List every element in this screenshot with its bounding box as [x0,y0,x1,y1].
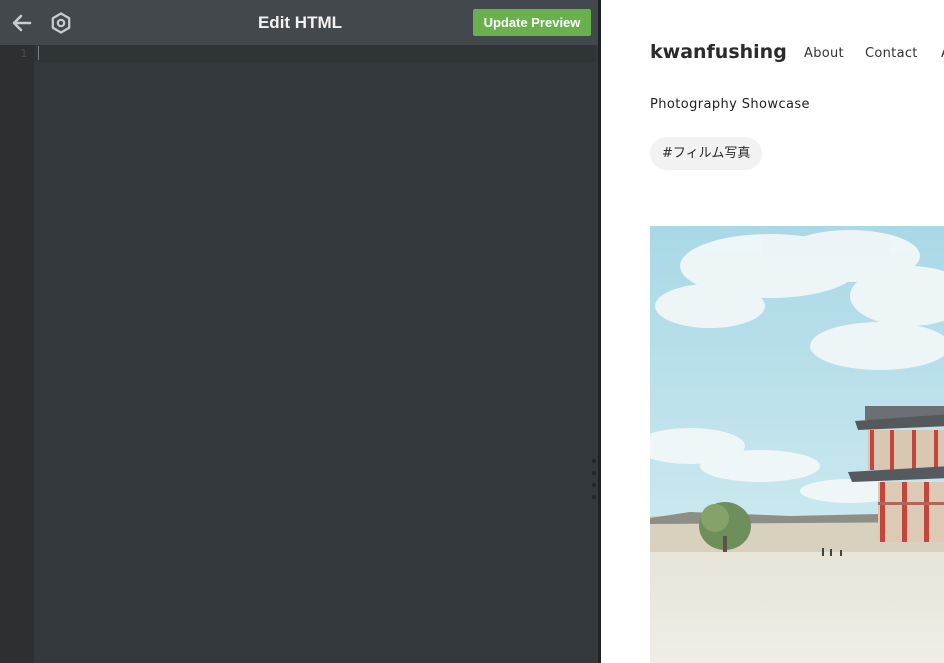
gear-icon [51,12,71,34]
site-brand[interactable]: kwanfushing [650,41,787,63]
back-button[interactable] [9,10,35,36]
code-editor-input[interactable] [34,45,596,663]
temple-photo [650,226,944,663]
nav-link-about[interactable]: About [804,46,844,61]
text-cursor [38,46,39,60]
editor-toolbar: Edit HTML Update Preview [0,0,600,45]
update-preview-button[interactable]: Update Preview [473,9,591,36]
active-line-highlight [34,45,596,62]
preview-pane: kwanfushing About Contact A Photography … [601,0,944,663]
app-window: Edit HTML Update Preview 1 kwanfushing A… [0,0,944,663]
editor-title: Edit HTML [257,13,343,32]
settings-button[interactable] [48,10,74,36]
html-editor-pane: Edit HTML Update Preview 1 [0,0,600,663]
line-number-gutter: 1 [0,45,34,663]
nav-link-contact[interactable]: Contact [865,46,918,61]
arrow-left-icon [12,14,32,32]
line-number: 1 [20,47,27,60]
site-subtitle: Photography Showcase [650,97,810,112]
tag-chip[interactable]: #フィルム写真 [650,137,763,170]
